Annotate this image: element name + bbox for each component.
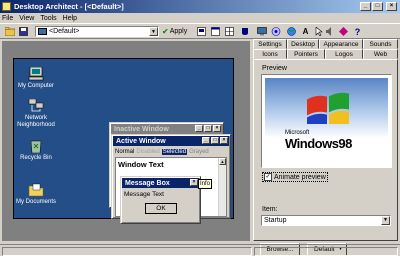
startup-logo-preview: Microsoft Windows98: [265, 78, 388, 164]
tab-icons[interactable]: Icons: [253, 49, 287, 59]
colors-icon[interactable]: [270, 26, 281, 37]
window-title: Desktop Architect - [<Default>]: [14, 2, 124, 11]
menu-tools[interactable]: Tools: [40, 15, 56, 22]
tab-desktop[interactable]: Desktop: [287, 39, 319, 49]
status-cell-main: [2, 247, 252, 256]
desktop-view-icon[interactable]: [196, 26, 207, 37]
tab-pointers[interactable]: Pointers: [287, 49, 325, 59]
documents-icon: [28, 183, 44, 197]
minimize-button[interactable]: _: [360, 2, 371, 11]
tab-appearance[interactable]: Appearance: [319, 39, 363, 49]
preview-frame: Microsoft Windows98: [261, 74, 392, 168]
simulated-desktop: My Computer Network Neighborhood Recycle…: [13, 58, 234, 224]
maximize-icon: □: [204, 125, 212, 132]
open-folder-icon[interactable]: [4, 26, 15, 37]
app-icon: [2, 2, 11, 11]
scheme-select[interactable]: <Default> ▼: [35, 26, 159, 37]
chevron-down-icon[interactable]: ▼: [149, 27, 158, 36]
desktop-icon-my-computer[interactable]: My Computer: [8, 66, 64, 90]
window-view-icon[interactable]: [210, 26, 221, 37]
window-text-sample: Window Text: [118, 160, 164, 169]
font-icon[interactable]: A: [300, 26, 311, 37]
checkmark-icon: ✔: [162, 27, 169, 36]
status-bar: [0, 244, 400, 256]
preview-label: Preview: [262, 65, 287, 72]
message-text-sample: Message Text: [124, 191, 164, 198]
computer-icon: [28, 66, 44, 81]
menu-disabled-sample: Disabled: [136, 148, 160, 155]
message-box-title: Message Box: [125, 179, 170, 187]
close-button[interactable]: ×: [386, 2, 397, 11]
menu-grayed-sample: Grayed: [189, 148, 209, 155]
minimize-icon: _: [202, 137, 210, 144]
grid-view-icon[interactable]: [224, 26, 235, 37]
display-settings-icon[interactable]: [256, 26, 267, 37]
minimize-icon: _: [195, 125, 203, 132]
desktop-icon-network[interactable]: Network Neighborhood: [8, 98, 64, 129]
item-label: Item:: [262, 206, 278, 213]
checkbox-checked-icon: ✓: [264, 173, 272, 181]
monitor-icon: [38, 28, 47, 35]
scheme-select-value: <Default>: [49, 28, 80, 35]
active-window-titlebar: Active Window _ □ ×: [113, 136, 229, 146]
close-icon: ×: [213, 125, 221, 132]
scroll-up-icon: ▲: [219, 158, 226, 165]
menu-view[interactable]: View: [19, 15, 34, 22]
apply-button[interactable]: ✔ Apply: [162, 26, 187, 37]
windows-flag-icon: [307, 92, 349, 124]
maximize-button[interactable]: □: [372, 2, 383, 11]
close-icon: ×: [220, 137, 228, 144]
inactive-window-title: Inactive Window: [114, 125, 169, 133]
desktop-icon-recycle-bin[interactable]: Recycle Bin: [8, 139, 64, 162]
chevron-down-icon[interactable]: ▼: [381, 216, 390, 225]
cup-icon[interactable]: [240, 26, 251, 37]
maximize-icon: □: [211, 137, 219, 144]
desktop-icon-label: Recycle Bin: [20, 155, 52, 161]
active-window-title: Active Window: [116, 137, 166, 145]
item-select[interactable]: Startup ▼: [261, 215, 391, 226]
status-cell-secondary: [254, 247, 398, 256]
menu-normal-sample: Normal: [115, 148, 135, 155]
help-icon[interactable]: ?: [352, 26, 363, 37]
desktop-icon-label: My Computer: [17, 83, 54, 89]
sample-scrollbar: ▲: [218, 158, 226, 216]
tab-sounds[interactable]: Sounds: [363, 39, 398, 49]
menu-bar: File View Tools Help: [0, 13, 400, 23]
apply-label: Apply: [169, 28, 188, 35]
theme-icon[interactable]: [338, 26, 349, 37]
item-select-value: Startup: [264, 217, 287, 224]
title-bar: Desktop Architect - [<Default>] _ □ ×: [0, 0, 400, 13]
globe-icon[interactable]: [286, 26, 297, 37]
close-icon: ×: [190, 179, 198, 186]
tab-logos[interactable]: Logos: [325, 49, 363, 59]
sound-icon[interactable]: [324, 26, 335, 37]
animate-preview-checkbox[interactable]: ✓ Animate preview: [262, 172, 328, 182]
menu-file[interactable]: File: [2, 15, 13, 22]
desktop-icon-label: Network Neighborhood: [17, 115, 55, 128]
message-box-sample: Message Box × Message Text OK: [120, 176, 201, 224]
network-icon: [28, 98, 44, 113]
desktop-icon-my-documents[interactable]: My Documents: [8, 183, 64, 206]
save-disk-icon[interactable]: [18, 26, 29, 37]
sample-menu-bar: Normal Disabled Selected Grayed: [112, 147, 230, 156]
logos-tab-page: Preview Microsoft Windows98 ✓ Animate pr…: [253, 59, 398, 241]
desktop-icon-label: My Documents: [15, 199, 56, 205]
tab-web[interactable]: Web: [363, 49, 398, 59]
ok-button-sample: OK: [145, 203, 177, 214]
tab-settings[interactable]: Settings: [253, 39, 287, 49]
menu-selected-sample: Selected: [161, 148, 188, 155]
tooltip-sample: Info: [198, 179, 212, 189]
menu-help[interactable]: Help: [63, 15, 77, 22]
recycle-bin-icon: [28, 139, 44, 154]
settings-panel: Settings Desktop Appearance Sounds Icons…: [253, 39, 398, 256]
message-box-titlebar: Message Box ×: [122, 178, 199, 188]
animate-preview-label: Animate preview: [274, 173, 326, 181]
inactive-window-titlebar: Inactive Window _ □ ×: [111, 124, 222, 134]
toolbar: <Default> ▼ ✔ Apply A ?: [0, 23, 400, 39]
logo-windows-text: Windows98: [285, 136, 352, 151]
